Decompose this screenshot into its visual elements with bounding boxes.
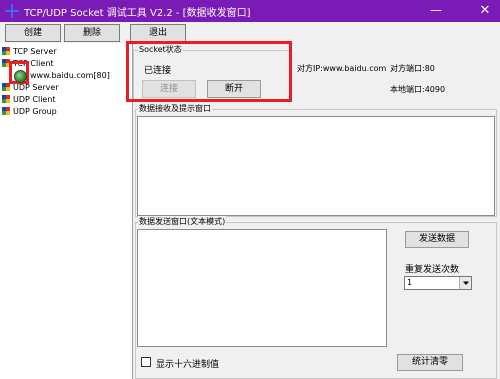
udp-server-icon	[2, 83, 10, 91]
socket-status-highlight-box	[126, 41, 292, 102]
local-port-label: 本地端口:4090	[390, 85, 446, 94]
send-group-title: 数据发送窗口(文本模式)	[138, 216, 227, 227]
receive-textarea[interactable]	[137, 116, 495, 216]
tree-label: UDP Client	[13, 95, 56, 104]
exit-button[interactable]: 退出	[130, 24, 186, 42]
tcp-server-icon	[2, 47, 10, 55]
receive-group-title: 数据接收及提示窗口	[138, 103, 212, 114]
repeat-count-select[interactable]: 1	[404, 276, 472, 290]
send-textarea[interactable]	[137, 229, 387, 347]
tree-item-client-connection[interactable]: www.baidu.com[80]	[30, 71, 110, 81]
remote-port-label: 对方端口:80	[390, 64, 435, 73]
tree-label: www.baidu.com[80]	[30, 71, 110, 80]
repeat-count-value: 1	[407, 278, 413, 287]
tree-label: TCP Server	[13, 47, 57, 56]
globe-icon	[14, 70, 27, 83]
tree-label: UDP Group	[13, 107, 57, 116]
dropdown-button[interactable]	[459, 277, 471, 289]
tree-item-udp-server[interactable]: UDP Server	[2, 83, 59, 93]
repeat-count-label: 重复发送次数	[405, 265, 460, 275]
remote-ip-label: 对方IP:www.baidu.com	[297, 64, 387, 73]
udp-client-icon	[2, 95, 10, 103]
chevron-down-icon	[463, 281, 469, 285]
udp-group-icon	[2, 107, 10, 115]
tree-label: UDP Server	[13, 83, 59, 92]
title-bar: TCP/UDP Socket 调试工具 V2.2 - [数据收发窗口] — ✕	[0, 0, 500, 22]
stats-clear-button[interactable]: 统计清零	[397, 354, 463, 371]
tree-item-udp-group[interactable]: UDP Group	[2, 107, 57, 117]
tree-item-udp-client[interactable]: UDP Client	[2, 95, 56, 105]
delete-button[interactable]: 删除	[64, 24, 120, 42]
send-data-button[interactable]: 发送数据	[405, 231, 469, 248]
close-button[interactable]: ✕	[470, 0, 500, 22]
window-title: TCP/UDP Socket 调试工具 V2.2 - [数据收发窗口]	[24, 8, 251, 19]
connection-tree[interactable]: TCP Server TCP Client www.baidu.com[80] …	[0, 43, 133, 379]
hex-display-label: 显示十六进制值	[156, 360, 220, 370]
app-icon	[5, 4, 19, 18]
create-button[interactable]: 创建	[5, 24, 61, 42]
tree-item-tcp-server[interactable]: TCP Server	[2, 47, 57, 57]
minimize-button[interactable]: —	[423, 0, 449, 22]
hex-display-checkbox[interactable]	[141, 357, 151, 367]
